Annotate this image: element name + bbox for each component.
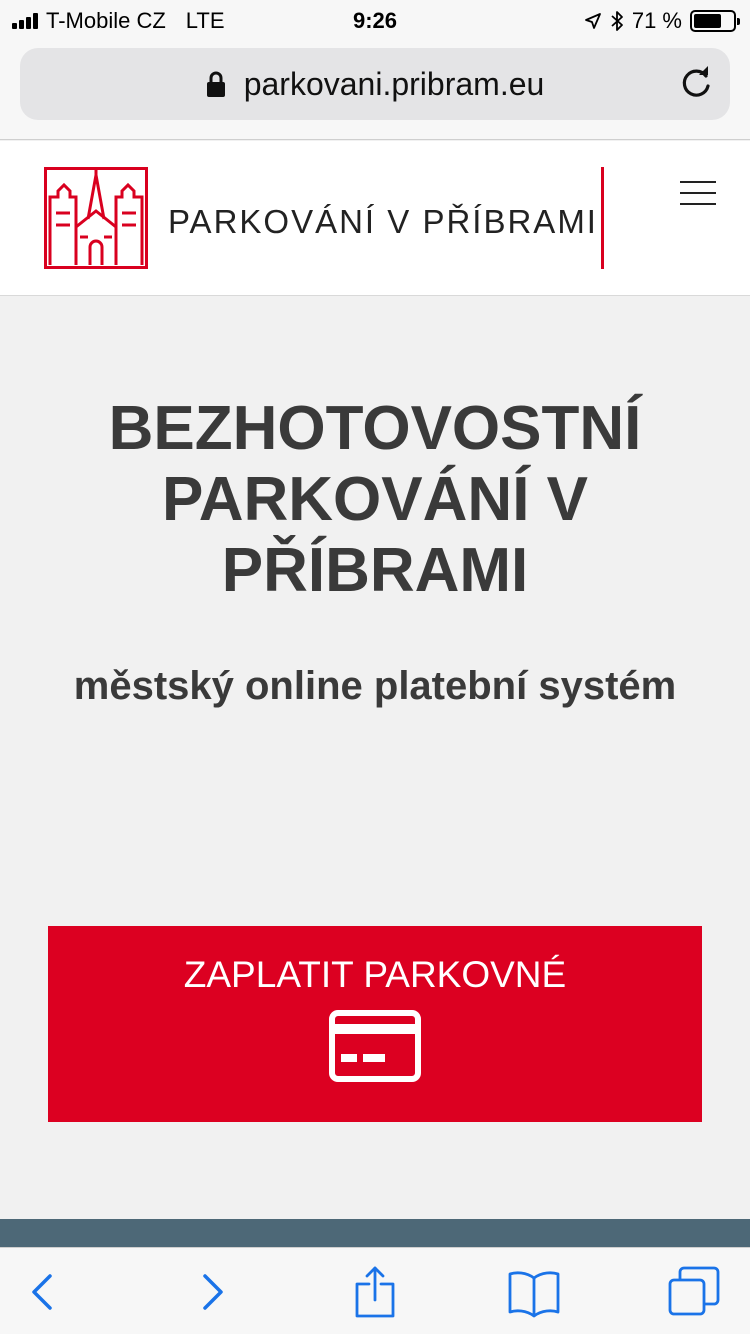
status-right: 71 % bbox=[584, 8, 740, 34]
page-title: BEZHOTOVOSTNÍ PARKOVÁNÍ V PŘÍBRAMI bbox=[108, 394, 642, 605]
back-icon[interactable] bbox=[16, 1266, 72, 1318]
lock-icon bbox=[206, 71, 225, 97]
battery-fill bbox=[694, 14, 721, 28]
city-logo-icon[interactable] bbox=[44, 167, 148, 269]
tabs-icon[interactable] bbox=[666, 1266, 722, 1318]
header-divider bbox=[601, 167, 604, 269]
browser-address-area: parkovani.pribram.eu bbox=[0, 40, 750, 140]
footer-band bbox=[0, 1219, 750, 1247]
forward-icon[interactable] bbox=[183, 1266, 239, 1318]
battery-icon bbox=[690, 10, 740, 32]
browser-toolbar bbox=[0, 1247, 750, 1334]
address-bar[interactable]: parkovani.pribram.eu bbox=[20, 48, 730, 120]
pay-parking-label: ZAPLATIT PARKOVNÉ bbox=[183, 954, 567, 995]
bluetooth-icon bbox=[611, 11, 623, 31]
status-bar: T-Mobile CZ LTE 9:26 71 % bbox=[0, 0, 750, 40]
credit-card-icon bbox=[329, 1010, 421, 1082]
site-name[interactable]: PARKOVÁNÍ V PŘÍBRAMI bbox=[168, 203, 598, 241]
site-header: PARKOVÁNÍ V PŘÍBRAMI bbox=[0, 141, 750, 296]
reload-icon[interactable] bbox=[678, 66, 714, 102]
page-subtitle: městský online platební systém bbox=[73, 664, 677, 708]
location-icon bbox=[584, 13, 601, 29]
bookmarks-icon[interactable] bbox=[506, 1266, 562, 1318]
share-icon[interactable] bbox=[347, 1266, 403, 1318]
pay-parking-button[interactable]: ZAPLATIT PARKOVNÉ bbox=[48, 926, 702, 1122]
battery-percent: 71 % bbox=[631, 8, 682, 33]
address-content: parkovani.pribram.eu bbox=[20, 48, 730, 120]
hero-section: BEZHOTOVOSTNÍ PARKOVÁNÍ V PŘÍBRAMI městs… bbox=[0, 297, 750, 1219]
menu-icon[interactable] bbox=[680, 179, 716, 207]
url-text: parkovani.pribram.eu bbox=[243, 65, 545, 102]
